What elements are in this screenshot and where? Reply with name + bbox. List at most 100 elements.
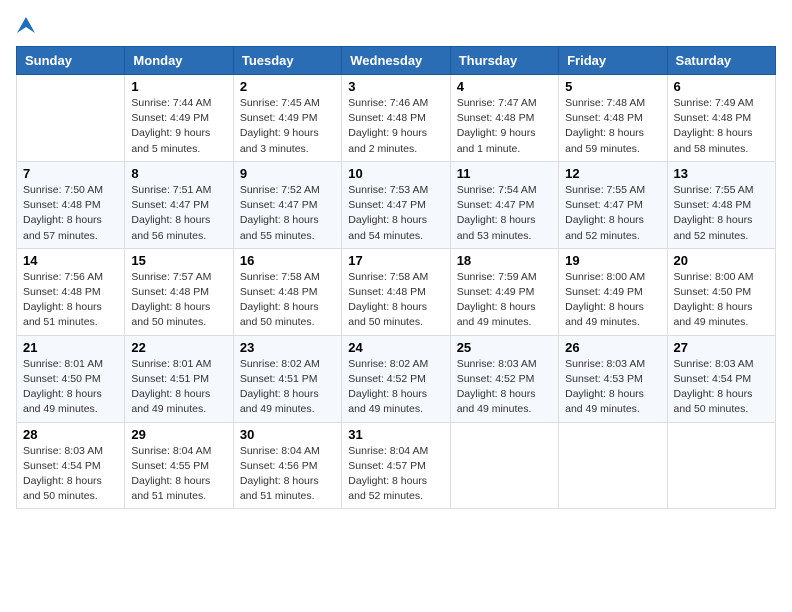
day-info: Sunrise: 8:03 AMSunset: 4:54 PMDaylight:… [674,357,769,418]
day-info: Sunrise: 7:54 AMSunset: 4:47 PMDaylight:… [457,183,552,244]
day-info: Sunrise: 7:59 AMSunset: 4:49 PMDaylight:… [457,270,552,331]
day-number: 24 [348,340,443,355]
calendar-cell [559,422,667,509]
day-info: Sunrise: 8:01 AMSunset: 4:51 PMDaylight:… [131,357,226,418]
day-number: 23 [240,340,335,355]
calendar-cell: 8Sunrise: 7:51 AMSunset: 4:47 PMDaylight… [125,161,233,248]
calendar-cell: 12Sunrise: 7:55 AMSunset: 4:47 PMDayligh… [559,161,667,248]
calendar-cell: 23 Sunrise: 8:02 AMSunset: 4:51 PMDayligh… [233,335,341,422]
day-number: 9 [240,166,335,181]
day-number: 22 [131,340,226,355]
day-number: 4 [457,79,552,94]
day-info: Sunrise: 7:50 AMSunset: 4:48 PMDaylight:… [23,183,118,244]
calendar-cell: 9 Sunrise: 7:52 AMSunset: 4:47 PMDaylight… [233,161,341,248]
logo [16,16,35,34]
day-info: Sunrise: 8:00 AMSunset: 4:50 PMDaylight:… [674,270,769,331]
calendar-cell: 3Sunrise: 7:46 AMSunset: 4:48 PMDaylight… [342,75,450,162]
day-number: 10 [348,166,443,181]
calendar-cell [17,75,125,162]
calendar-week-row: 14 Sunrise: 7:56 AMSunset: 4:48 PMDayligh… [17,248,776,335]
day-info: Sunrise: 7:53 AMSunset: 4:47 PMDaylight:… [348,183,443,244]
calendar-cell: 4 Sunrise: 7:47 AMSunset: 4:48 PMDaylight… [450,75,558,162]
calendar-cell: 14 Sunrise: 7:56 AMSunset: 4:48 PMDayligh… [17,248,125,335]
day-info: Sunrise: 7:49 AMSunset: 4:48 PMDaylight:… [674,96,769,157]
weekday-header-saturday: Saturday [667,47,775,75]
calendar-week-row: 7Sunrise: 7:50 AMSunset: 4:48 PMDaylight… [17,161,776,248]
day-info: Sunrise: 8:04 AMSunset: 4:56 PMDaylight:… [240,444,335,505]
day-info: Sunrise: 8:02 AMSunset: 4:52 PMDaylight:… [348,357,443,418]
day-info: Sunrise: 7:57 AMSunset: 4:48 PMDaylight:… [131,270,226,331]
weekday-header-friday: Friday [559,47,667,75]
day-number: 29 [131,427,226,442]
day-number: 12 [565,166,660,181]
day-number: 8 [131,166,226,181]
day-info: Sunrise: 8:04 AMSunset: 4:57 PMDaylight:… [348,444,443,505]
calendar-cell: 21Sunrise: 8:01 AMSunset: 4:50 PMDayligh… [17,335,125,422]
day-info: Sunrise: 8:03 AMSunset: 4:52 PMDaylight:… [457,357,552,418]
day-info: Sunrise: 7:58 AMSunset: 4:48 PMDaylight:… [348,270,443,331]
day-info: Sunrise: 8:03 AMSunset: 4:54 PMDaylight:… [23,444,118,505]
calendar-cell [667,422,775,509]
day-info: Sunrise: 8:02 AMSunset: 4:51 PMDaylight:… [240,357,335,418]
day-number: 15 [131,253,226,268]
calendar-week-row: 21Sunrise: 8:01 AMSunset: 4:50 PMDayligh… [17,335,776,422]
day-info: Sunrise: 7:52 AMSunset: 4:47 PMDaylight:… [240,183,335,244]
day-number: 11 [457,166,552,181]
calendar-cell: 15 Sunrise: 7:57 AMSunset: 4:48 PMDayligh… [125,248,233,335]
day-number: 16 [240,253,335,268]
calendar-week-row: 1 Sunrise: 7:44 AMSunset: 4:49 PMDaylight… [17,75,776,162]
day-number: 13 [674,166,769,181]
page-header [16,16,776,34]
day-number: 17 [348,253,443,268]
calendar-cell: 22 Sunrise: 8:01 AMSunset: 4:51 PMDayligh… [125,335,233,422]
day-number: 19 [565,253,660,268]
day-number: 14 [23,253,118,268]
calendar-cell [450,422,558,509]
day-number: 30 [240,427,335,442]
calendar-cell: 20 Sunrise: 8:00 AMSunset: 4:50 PMDayligh… [667,248,775,335]
calendar-cell: 2Sunrise: 7:45 AMSunset: 4:49 PMDaylight… [233,75,341,162]
calendar-cell: 26 Sunrise: 8:03 AMSunset: 4:53 PMDayligh… [559,335,667,422]
day-info: Sunrise: 7:44 AMSunset: 4:49 PMDaylight:… [131,96,226,157]
day-info: Sunrise: 8:04 AMSunset: 4:55 PMDaylight:… [131,444,226,505]
calendar-week-row: 28Sunrise: 8:03 AMSunset: 4:54 PMDayligh… [17,422,776,509]
day-number: 20 [674,253,769,268]
day-number: 6 [674,79,769,94]
calendar-cell: 30 Sunrise: 8:04 AMSunset: 4:56 PMDayligh… [233,422,341,509]
calendar-header-row: SundayMondayTuesdayWednesdayThursdayFrid… [17,47,776,75]
day-info: Sunrise: 7:55 AMSunset: 4:48 PMDaylight:… [674,183,769,244]
day-info: Sunrise: 7:47 AMSunset: 4:48 PMDaylight:… [457,96,552,157]
calendar-cell: 19 Sunrise: 8:00 AMSunset: 4:49 PMDayligh… [559,248,667,335]
weekday-header-sunday: Sunday [17,47,125,75]
calendar-cell: 7Sunrise: 7:50 AMSunset: 4:48 PMDaylight… [17,161,125,248]
day-number: 1 [131,79,226,94]
day-info: Sunrise: 7:46 AMSunset: 4:48 PMDaylight:… [348,96,443,157]
day-info: Sunrise: 8:00 AMSunset: 4:49 PMDaylight:… [565,270,660,331]
calendar-cell: 18 Sunrise: 7:59 AMSunset: 4:49 PMDayligh… [450,248,558,335]
logo-bird-icon [17,17,35,33]
calendar-cell: 28Sunrise: 8:03 AMSunset: 4:54 PMDayligh… [17,422,125,509]
calendar-cell: 16 Sunrise: 7:58 AMSunset: 4:48 PMDayligh… [233,248,341,335]
calendar-cell: 6 Sunrise: 7:49 AMSunset: 4:48 PMDaylight… [667,75,775,162]
calendar-cell: 17 Sunrise: 7:58 AMSunset: 4:48 PMDayligh… [342,248,450,335]
calendar-cell: 5Sunrise: 7:48 AMSunset: 4:48 PMDaylight… [559,75,667,162]
weekday-header-wednesday: Wednesday [342,47,450,75]
day-info: Sunrise: 7:58 AMSunset: 4:48 PMDaylight:… [240,270,335,331]
day-number: 25 [457,340,552,355]
logo-line1 [16,16,35,34]
calendar-cell: 13 Sunrise: 7:55 AMSunset: 4:48 PMDayligh… [667,161,775,248]
weekday-header-tuesday: Tuesday [233,47,341,75]
day-info: Sunrise: 8:03 AMSunset: 4:53 PMDaylight:… [565,357,660,418]
day-info: Sunrise: 7:56 AMSunset: 4:48 PMDaylight:… [23,270,118,331]
calendar-table: SundayMondayTuesdayWednesdayThursdayFrid… [16,46,776,509]
weekday-header-thursday: Thursday [450,47,558,75]
calendar-cell: 1 Sunrise: 7:44 AMSunset: 4:49 PMDaylight… [125,75,233,162]
day-number: 18 [457,253,552,268]
day-number: 26 [565,340,660,355]
day-info: Sunrise: 7:48 AMSunset: 4:48 PMDaylight:… [565,96,660,157]
calendar-cell: 25 Sunrise: 8:03 AMSunset: 4:52 PMDayligh… [450,335,558,422]
calendar-cell: 10 Sunrise: 7:53 AMSunset: 4:47 PMDayligh… [342,161,450,248]
calendar-cell: 11 Sunrise: 7:54 AMSunset: 4:47 PMDayligh… [450,161,558,248]
weekday-header-monday: Monday [125,47,233,75]
calendar-cell: 31Sunrise: 8:04 AMSunset: 4:57 PMDayligh… [342,422,450,509]
